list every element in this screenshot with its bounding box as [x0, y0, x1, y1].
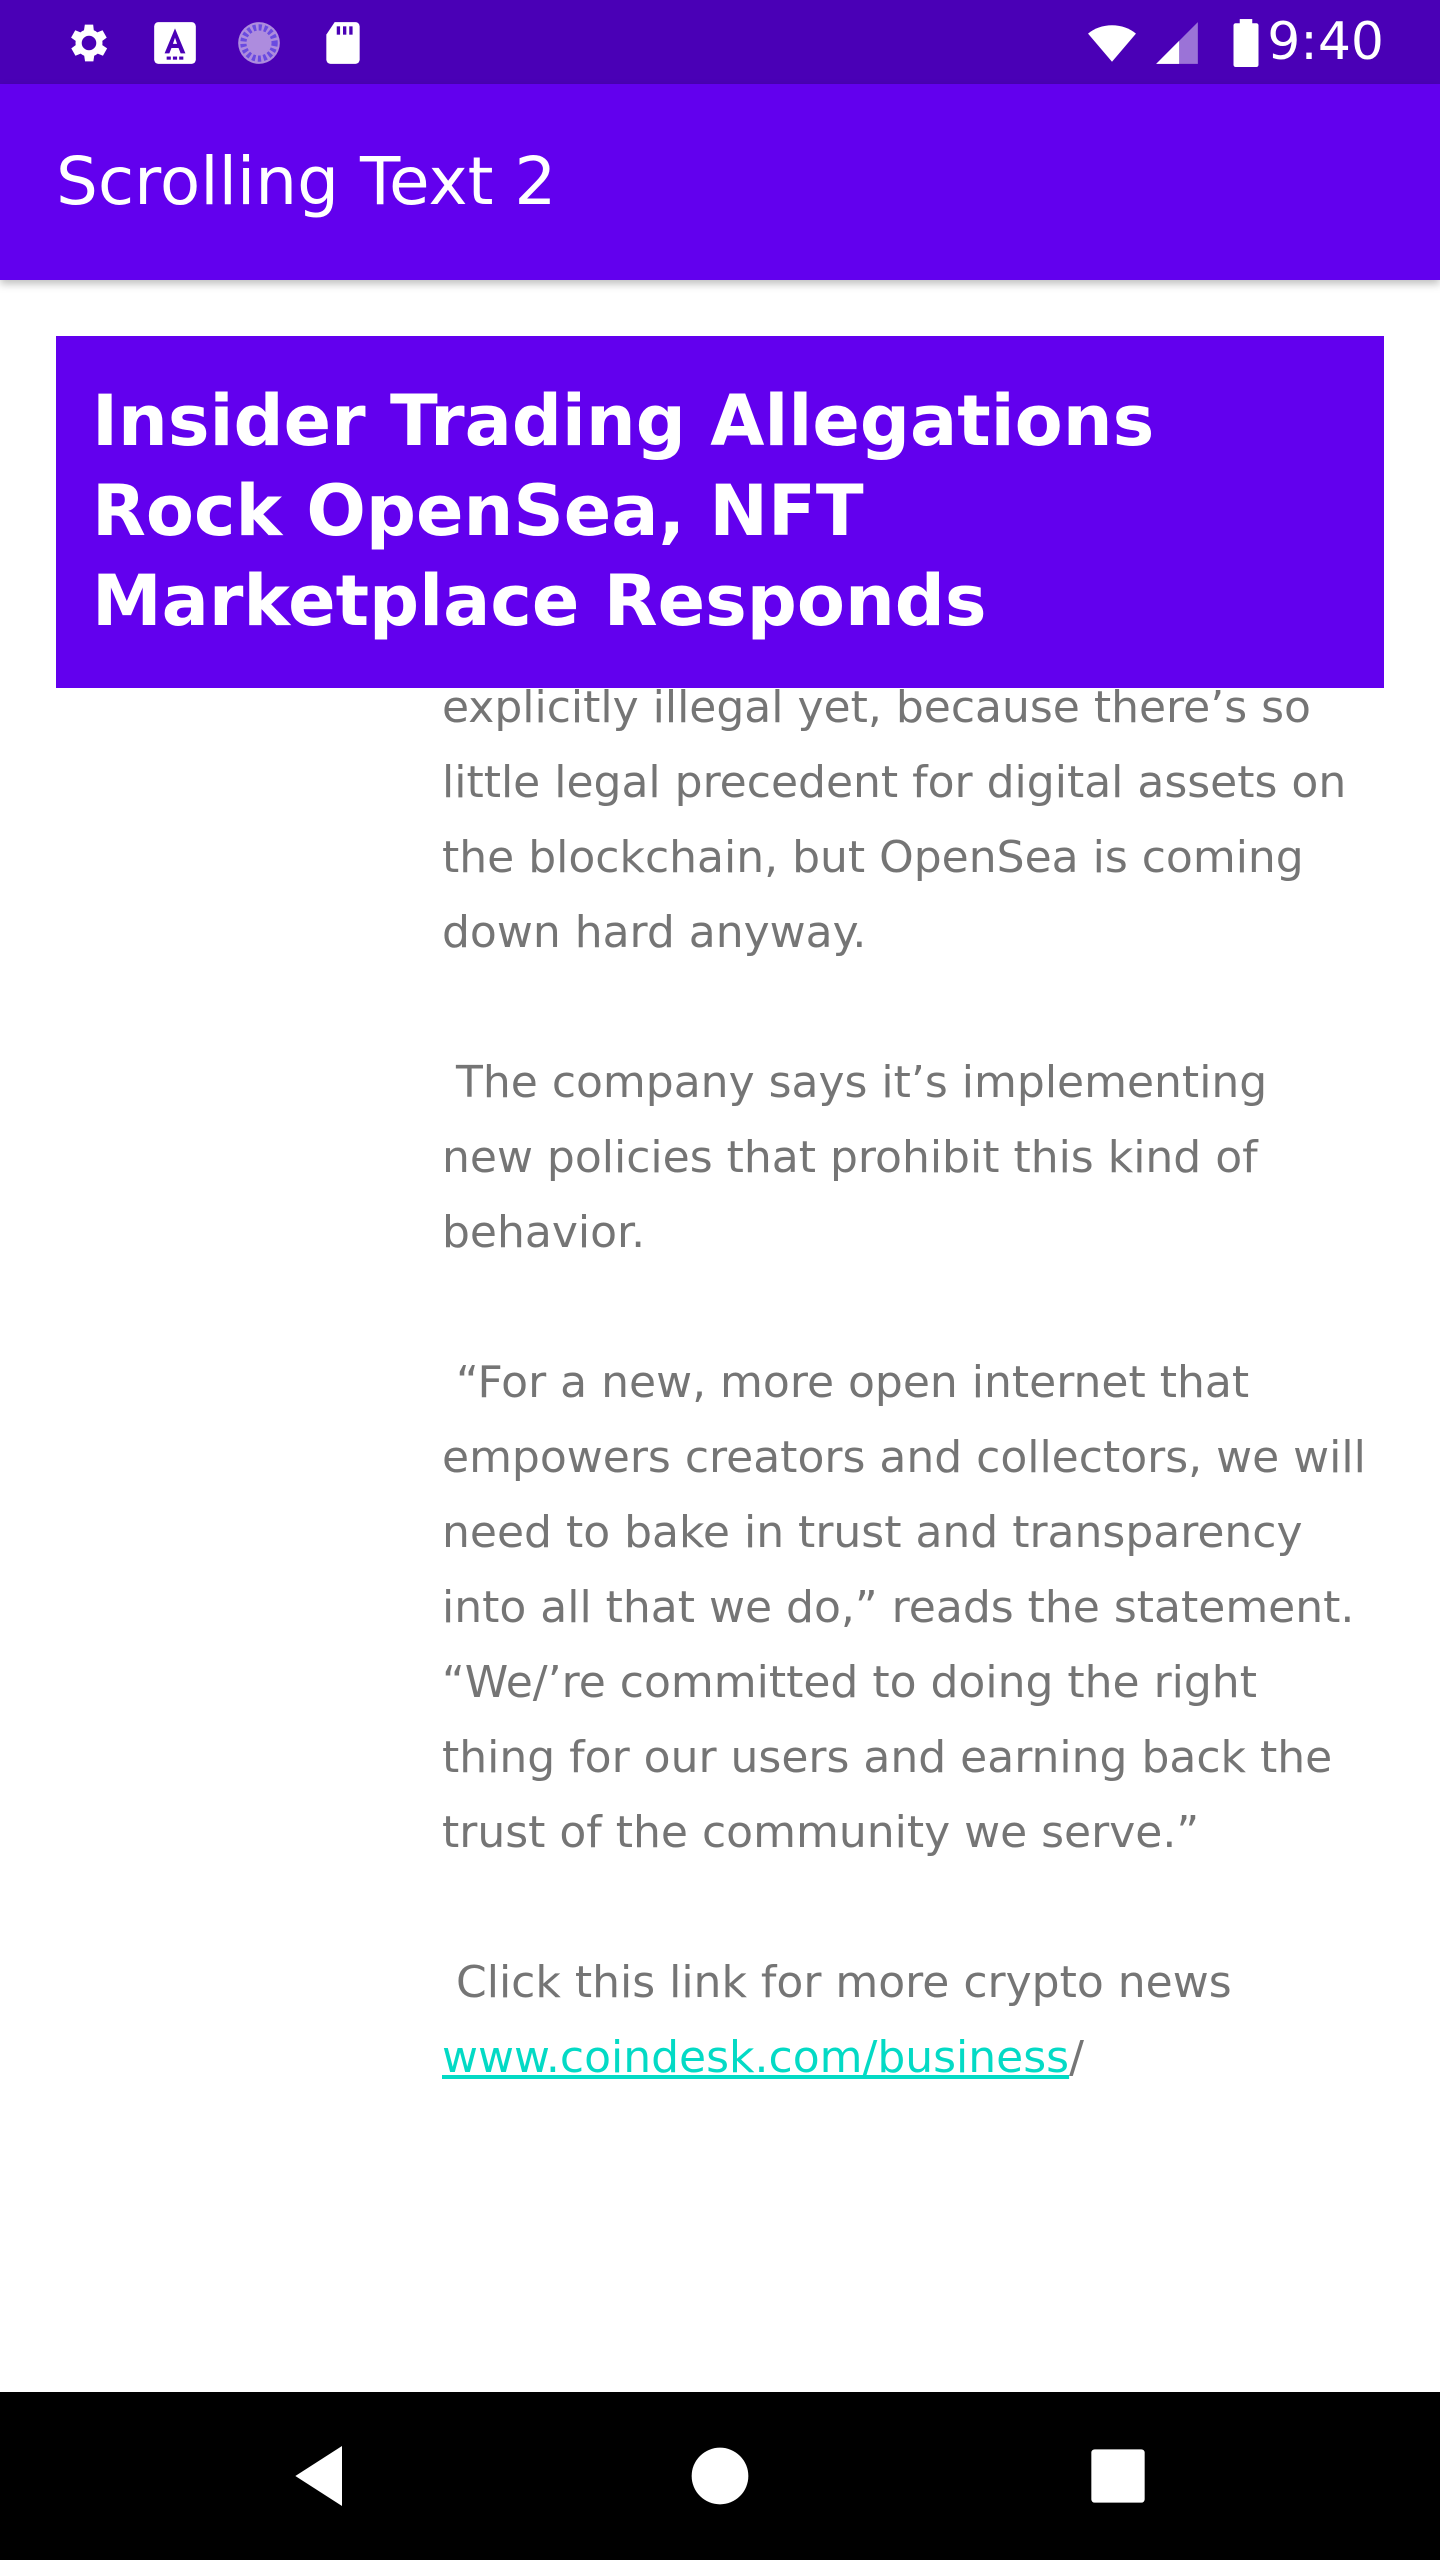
app-title: Scrolling Text 2	[56, 143, 557, 220]
status-bar: 9:40	[0, 0, 1440, 84]
app-bar: Scrolling Text 2	[0, 84, 1440, 280]
wifi-icon	[1088, 25, 1136, 62]
sync-circle-icon	[238, 22, 280, 64]
article-paragraph: Click this link for more crypto news	[442, 1957, 1232, 2008]
article-paragraph: “For a new, more open internet that empo…	[442, 1357, 1380, 1858]
coindesk-link[interactable]: www.coindesk.com/business	[442, 2032, 1069, 2083]
link-suffix: /	[1069, 2032, 1084, 2083]
status-time: 9:40	[1267, 12, 1384, 72]
back-icon[interactable]	[282, 2436, 362, 2516]
battery-icon	[1233, 19, 1259, 67]
sd-card-icon	[326, 22, 360, 64]
scroll-content[interactable]: Insider Trading Allegations Rock OpenSea…	[0, 280, 1440, 2392]
cellular-signal-icon	[1156, 22, 1198, 64]
article-paragraph: explicitly illegal yet, because there’s …	[442, 682, 1361, 958]
font-a-icon	[154, 22, 196, 64]
recents-icon[interactable]	[1078, 2436, 1158, 2516]
link-line: www.coindesk.com/business/	[442, 2020, 1372, 2095]
article-body: explicitly illegal yet, because there’s …	[442, 670, 1372, 2095]
gear-icon	[71, 24, 108, 62]
navigation-bar	[0, 2392, 1440, 2560]
home-icon[interactable]	[680, 2436, 760, 2516]
headline-banner: Insider Trading Allegations Rock OpenSea…	[56, 336, 1384, 688]
article-headline: Insider Trading Allegations Rock OpenSea…	[92, 380, 1155, 642]
article-paragraph: The company says it’s implementing new p…	[442, 1057, 1282, 1258]
